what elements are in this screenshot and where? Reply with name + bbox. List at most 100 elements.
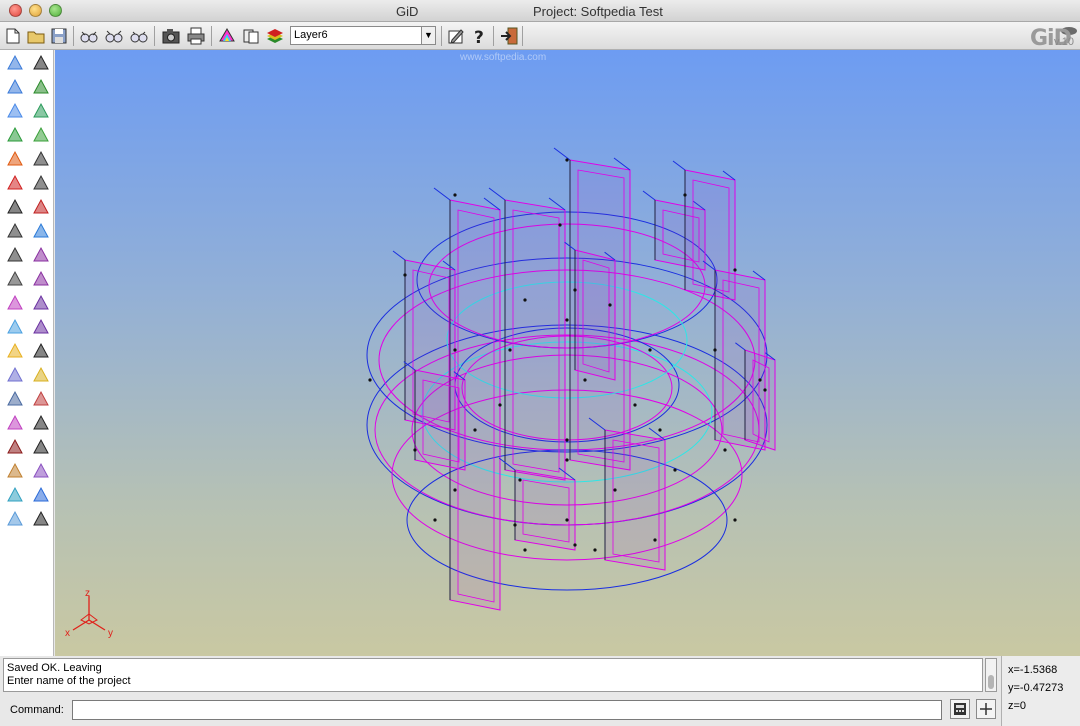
model-vertex <box>653 538 657 542</box>
crosshair-icon[interactable] <box>976 699 996 719</box>
model-vertex <box>658 428 662 432</box>
polyline-icon[interactable] <box>3 268 27 290</box>
toolbar-separator <box>441 26 442 46</box>
watermark: www.softpedia.com <box>460 52 547 63</box>
rotate-icon[interactable] <box>29 460 53 482</box>
model-edge-line <box>672 160 686 171</box>
model-vertex <box>648 348 652 352</box>
dropdown-arrow-icon[interactable]: ▼ <box>422 26 436 45</box>
model-vertex <box>413 448 417 452</box>
close-window-button[interactable] <box>9 4 22 17</box>
model-vertex <box>763 388 767 392</box>
dot-icon[interactable] <box>3 436 27 458</box>
eraser-icon[interactable] <box>3 484 27 506</box>
zoom-glasses-in-icon[interactable] <box>103 25 125 47</box>
model-vertex <box>403 273 407 277</box>
surface-icon[interactable] <box>3 292 27 314</box>
graphics-viewport[interactable]: z x y <box>55 50 1080 656</box>
arrow-icon[interactable] <box>3 172 27 194</box>
render-palette-icon[interactable] <box>216 25 238 47</box>
model-edge-line <box>433 187 451 201</box>
model-wall-panel <box>504 199 566 481</box>
green-mesh-icon[interactable] <box>29 100 53 122</box>
calculator-icon[interactable] <box>950 699 970 719</box>
line-icon[interactable] <box>3 196 27 218</box>
box-volume-icon[interactable] <box>3 316 27 338</box>
toolbar-separator <box>211 26 212 46</box>
curve-split-icon[interactable] <box>29 196 53 218</box>
coordinates-panel: x=-1.5368 y=-0.47273 z=0 <box>1001 656 1080 726</box>
help-icon[interactable]: ? <box>468 25 490 47</box>
model-vertex <box>593 548 597 552</box>
command-label: Command: <box>10 704 64 716</box>
zoom-glasses-out-icon[interactable] <box>128 25 150 47</box>
quad-mesh-icon[interactable] <box>29 268 53 290</box>
open-folder-icon[interactable] <box>25 25 47 47</box>
layers-copy-icon[interactable] <box>240 25 262 47</box>
model-vertex <box>565 318 569 322</box>
scroll-thumb[interactable] <box>988 675 994 689</box>
model-vertex <box>673 468 677 472</box>
coord-x: x=-1.5368 <box>1008 664 1058 676</box>
camera-icon[interactable] <box>160 25 182 47</box>
new-file-icon[interactable] <box>2 25 24 47</box>
layers-icon[interactable] <box>264 25 286 47</box>
model-edge-line <box>392 250 406 261</box>
model-vertex <box>613 488 617 492</box>
info-icon[interactable] <box>29 484 53 506</box>
prism-icon[interactable] <box>3 340 27 362</box>
message-scrollbar[interactable] <box>985 658 997 692</box>
mesh-icon[interactable] <box>3 412 27 434</box>
surface-mesh-icon[interactable] <box>29 76 53 98</box>
pencil-icon[interactable] <box>3 460 27 482</box>
bezier-icon[interactable] <box>29 148 53 170</box>
main-toolbar: Layer6 ▼ ? <box>0 22 1080 50</box>
triangle-mesh-icon[interactable] <box>29 292 53 314</box>
zoom-in-icon[interactable] <box>3 52 27 74</box>
model-vertex <box>518 478 522 482</box>
zoom-window-button[interactable] <box>49 4 62 17</box>
grid-icon[interactable] <box>29 244 53 266</box>
distance-icon[interactable] <box>29 412 53 434</box>
structured-mesh-icon[interactable] <box>29 316 53 338</box>
model-vertex <box>565 458 569 462</box>
curve-node-icon[interactable] <box>29 172 53 194</box>
nurbs-icon[interactable] <box>3 244 27 266</box>
minimize-window-button[interactable] <box>29 4 42 17</box>
numbering-icon[interactable] <box>29 340 53 362</box>
zoom-glasses-icon[interactable] <box>78 25 100 47</box>
zoom-out-icon[interactable] <box>3 76 27 98</box>
save-icon[interactable] <box>48 25 70 47</box>
xy-coords-icon[interactable] <box>29 436 53 458</box>
edit-pen-icon[interactable] <box>445 25 467 47</box>
model-vertex <box>513 523 517 527</box>
model-vertex <box>573 543 577 547</box>
exit-icon[interactable] <box>498 25 520 47</box>
model-vertex <box>633 403 637 407</box>
axis-y-label: y <box>108 628 113 639</box>
model-vertex <box>368 378 372 382</box>
svg-text:?: ? <box>474 28 484 46</box>
model-vertex <box>523 298 527 302</box>
message-line: Saved OK. Leaving <box>7 662 102 674</box>
measure-icon[interactable] <box>29 388 53 410</box>
zoom-fit-icon[interactable] <box>3 100 27 122</box>
arc-icon[interactable] <box>3 220 27 242</box>
model-wall-panel <box>414 369 466 471</box>
layer-select[interactable]: Layer6 ▼ <box>290 26 436 45</box>
render-sphere-icon[interactable] <box>3 148 27 170</box>
list-e-icon[interactable] <box>29 52 53 74</box>
model-vertex <box>573 288 577 292</box>
dimension-icon[interactable] <box>29 508 53 530</box>
condition-icon[interactable] <box>29 364 53 386</box>
axes-triad: z x y <box>65 588 113 639</box>
erase-icon[interactable] <box>3 364 27 386</box>
rectangle-icon[interactable] <box>3 508 27 530</box>
green-surface-icon[interactable] <box>29 124 53 146</box>
recycle-icon[interactable] <box>3 124 27 146</box>
scissors-icon[interactable] <box>29 220 53 242</box>
print-icon[interactable] <box>185 25 207 47</box>
command-input[interactable] <box>72 700 942 720</box>
logo-version: v.10 <box>1054 36 1074 48</box>
collapse-icon[interactable] <box>3 388 27 410</box>
